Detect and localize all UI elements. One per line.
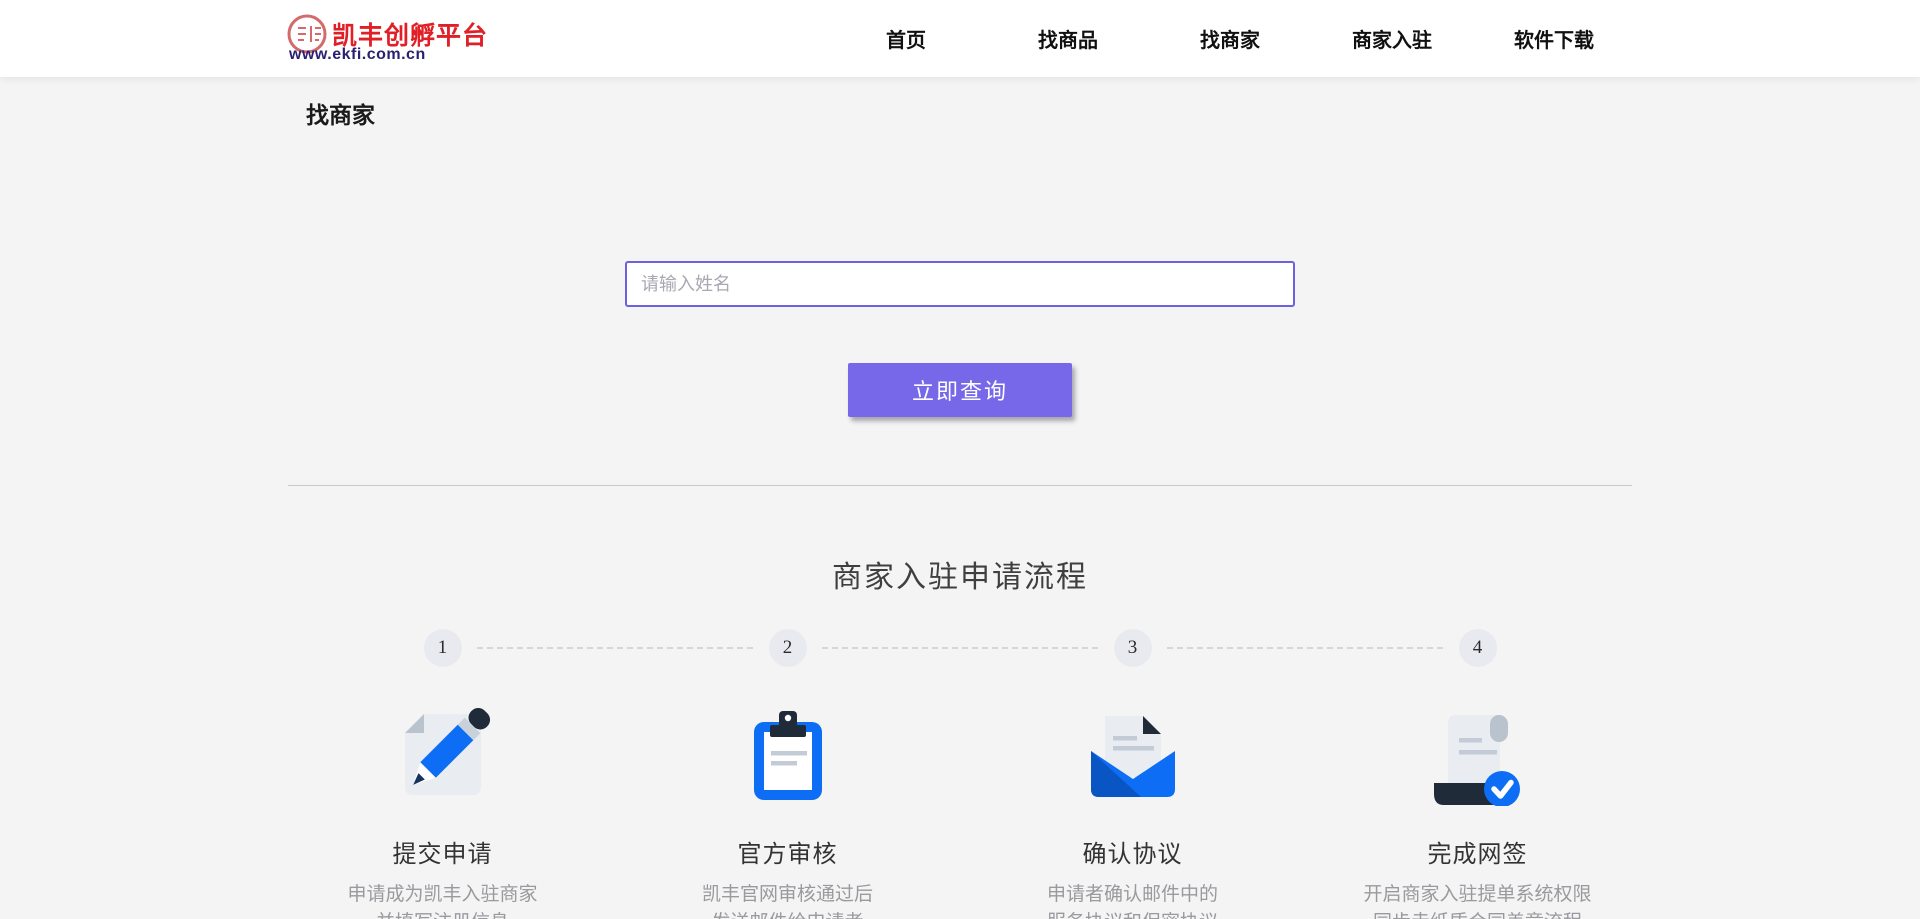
step-complete-esign: 4 完成网签 开启商家入驻提单系统权限 同步走纸质合同盖章流程 <box>1305 629 1650 919</box>
nav-item-find-products[interactable]: 找商品 <box>987 24 1149 53</box>
step-submit-application: 1 提交申请 申请成为凯丰入驻商家 并填写注册信息 <box>270 629 615 919</box>
step-title: 完成网签 <box>1428 834 1528 869</box>
step-number-badge: 4 <box>1459 629 1497 667</box>
process-steps: 1 提交申请 申请成为凯丰入驻商家 并填写注册信息 2 <box>270 629 1650 919</box>
main-nav: 首页 找商品 找商家 商家入驻 软件下载 <box>825 0 1637 77</box>
step-description: 申请成为凯丰入驻商家 并填写注册信息 <box>347 881 537 919</box>
nav-item-find-merchants[interactable]: 找商家 <box>1149 24 1311 53</box>
nav-item-home[interactable]: 首页 <box>825 24 987 53</box>
step-title: 官方审核 <box>738 834 838 869</box>
site-logo[interactable]: 凯丰创孵平台 www.ekfi.com.cn <box>287 13 453 65</box>
logo-domain: www.ekfi.com.cn <box>289 46 426 64</box>
section-divider <box>288 485 1632 486</box>
pencil-document-icon <box>393 704 493 806</box>
step-description: 开启商家入驻提单系统权限 同步走纸质合同盖章流程 <box>1363 881 1591 919</box>
step-confirm-agreement: 3 确认协议 申请者确认邮件中的 服务协议和保密协议 <box>960 629 1305 919</box>
nav-item-merchant-entry[interactable]: 商家入驻 <box>1311 24 1473 53</box>
process-section-title: 商家入驻申请流程 <box>0 552 1920 596</box>
query-now-button[interactable]: 立即查询 <box>848 363 1072 417</box>
contract-check-icon <box>1428 704 1528 806</box>
step-description: 凯丰官网审核通过后 发送邮件给申请者 <box>702 881 873 919</box>
clipboard-icon <box>738 704 838 806</box>
step-title: 确认协议 <box>1083 834 1183 869</box>
step-number-badge: 1 <box>424 629 462 667</box>
step-title: 提交申请 <box>393 834 493 869</box>
top-header: 凯丰创孵平台 www.ekfi.com.cn 首页 找商品 找商家 商家入驻 软… <box>0 0 1920 77</box>
step-number-badge: 2 <box>769 629 807 667</box>
nav-item-software-download[interactable]: 软件下载 <box>1473 24 1635 53</box>
envelope-icon <box>1083 704 1183 806</box>
step-description: 申请者确认邮件中的 服务协议和保密协议 <box>1047 881 1218 919</box>
step-number-badge: 3 <box>1114 629 1152 667</box>
name-search-input[interactable] <box>625 261 1295 307</box>
page-title: 找商家 <box>306 96 375 130</box>
step-official-review: 2 官方审核 凯丰官网审核通过后 发送邮件给申请者 <box>615 629 960 919</box>
